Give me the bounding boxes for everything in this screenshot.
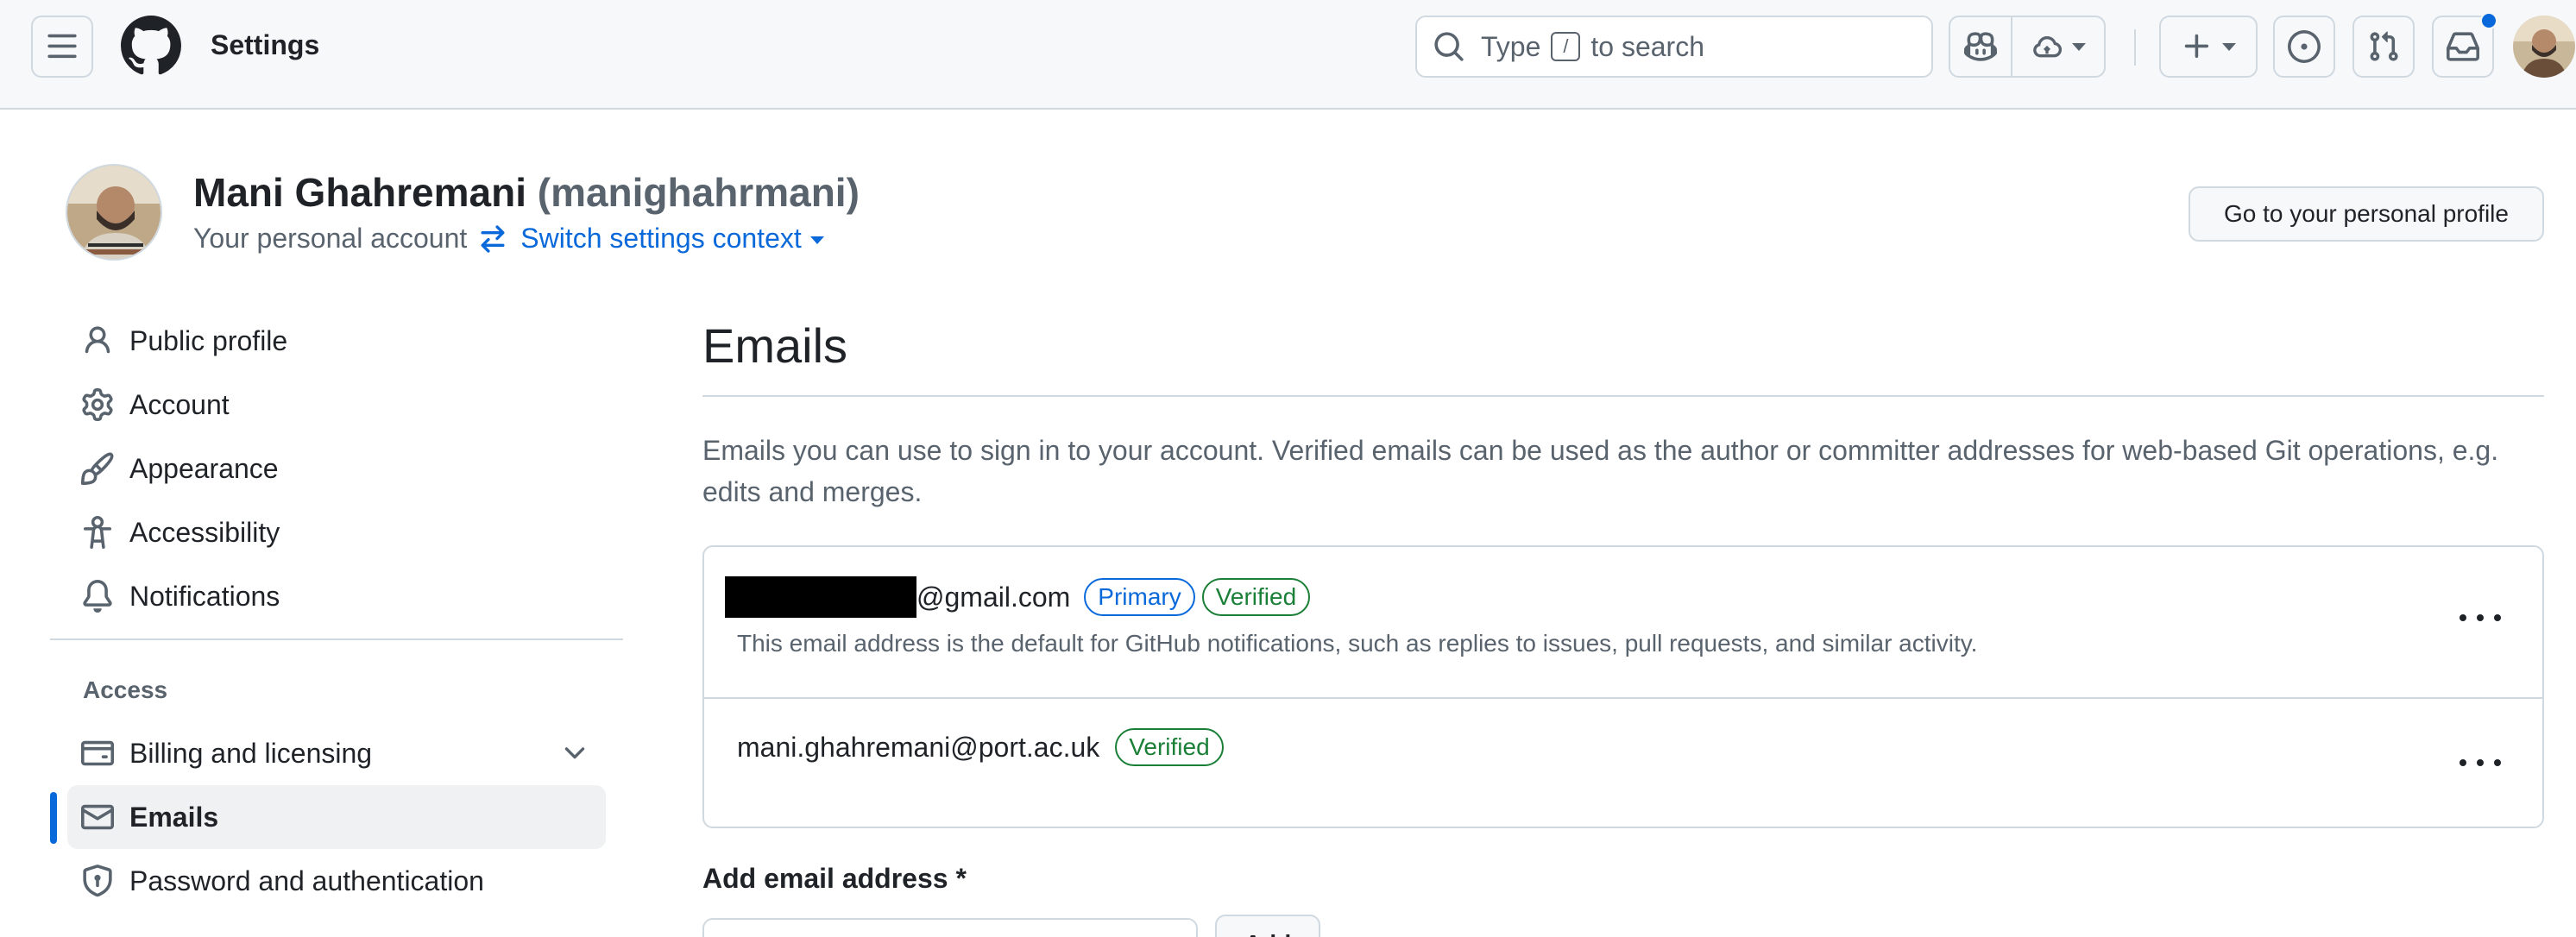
sidebar-item-label: Billing and licensing xyxy=(129,737,373,769)
account-type-label: Your personal account xyxy=(193,223,468,254)
active-item-indicator xyxy=(50,792,57,844)
github-logo-icon[interactable] xyxy=(121,16,181,76)
hamburger-menu-icon xyxy=(47,34,77,59)
email-options-button[interactable] xyxy=(2459,754,2501,771)
sidebar-item-label: Public profile xyxy=(129,324,288,356)
credit-card-icon xyxy=(81,740,114,766)
chevron-down-icon xyxy=(2222,42,2236,51)
kebab-dot-icon xyxy=(2494,759,2501,766)
sidebar-item-password-authentication[interactable]: Password and authentication xyxy=(67,849,484,913)
go-to-profile-button[interactable]: Go to your personal profile xyxy=(2189,186,2544,242)
search-suffix: to search xyxy=(1590,30,1704,62)
profile-avatar xyxy=(66,164,162,261)
sidebar-item-billing[interactable]: Billing and licensing xyxy=(67,721,606,785)
add-email-label: Add email address * xyxy=(702,863,967,894)
title-divider xyxy=(702,395,2544,397)
add-email-button[interactable]: Add xyxy=(1215,915,1320,937)
email-address: @gmail.com xyxy=(916,581,1071,613)
avatar-image xyxy=(2513,16,2575,78)
sidebar-item-appearance[interactable]: Appearance xyxy=(67,437,279,500)
cloud-icon xyxy=(2033,36,2063,58)
sidebar-item-notifications[interactable]: Notifications xyxy=(67,564,280,628)
switch-context-label: Switch settings context xyxy=(520,223,802,254)
email-options-button[interactable] xyxy=(2459,609,2501,626)
chevron-down-icon xyxy=(809,236,824,244)
sidebar-item-label: Appearance xyxy=(129,452,279,484)
email-list-item: @gmail.com Primary Verified This email a… xyxy=(704,547,2542,699)
user-avatar[interactable] xyxy=(2513,16,2575,78)
arrow-switch-icon xyxy=(481,224,505,253)
sidebar-item-label: Notifications xyxy=(129,580,280,612)
sidebar-item-accessibility[interactable]: Accessibility xyxy=(67,500,280,564)
sidebar-item-label: Emails xyxy=(129,801,219,833)
kebab-dot-icon xyxy=(2477,759,2484,766)
pull-request-icon xyxy=(2370,31,2398,61)
add-email-input[interactable] xyxy=(702,918,1198,937)
kebab-dot-icon xyxy=(2459,614,2466,621)
create-new-button[interactable] xyxy=(2159,16,2258,78)
copilot-icon xyxy=(1964,32,1997,61)
sidebar-item-emails[interactable]: Emails xyxy=(67,785,606,849)
email-address-line: mani.ghahremani@port.ac.uk Verified xyxy=(737,728,1224,766)
bell-icon xyxy=(83,580,112,613)
chevron-down-icon xyxy=(2072,42,2086,51)
app-header: Settings Type / to search xyxy=(0,0,2576,110)
copilot-button[interactable] xyxy=(1949,16,2012,78)
profile-login: (manighahrmani) xyxy=(537,170,860,215)
email-list: @gmail.com Primary Verified This email a… xyxy=(702,545,2544,828)
mail-icon xyxy=(81,804,114,830)
primary-email-note: This email address is the default for Gi… xyxy=(737,630,1978,657)
sidebar-item-label: Password and authentication xyxy=(129,865,484,896)
chevron-down-icon[interactable] xyxy=(559,738,590,769)
plus-icon xyxy=(2184,34,2209,59)
verified-badge: Verified xyxy=(1115,728,1224,766)
email-address: mani.ghahremani@port.ac.uk xyxy=(737,731,1100,763)
sidebar-item-public-profile[interactable]: Public profile xyxy=(67,309,287,373)
page-title: Emails xyxy=(702,318,848,373)
kebab-dot-icon xyxy=(2459,759,2466,766)
primary-badge: Primary xyxy=(1084,578,1195,616)
kebab-dot-icon xyxy=(2494,614,2501,621)
search-icon xyxy=(1434,32,1464,61)
profile-name: Mani Ghahremani (manighahrmani) xyxy=(193,169,860,216)
shield-lock-icon xyxy=(83,865,112,897)
sidebar-item-label: Accessibility xyxy=(129,516,280,548)
redacted-email-local-part xyxy=(725,576,916,618)
sidebar-item-label: Account xyxy=(129,388,230,420)
sidebar-divider xyxy=(50,638,623,640)
email-list-item: mani.ghahremani@port.ac.uk Verified xyxy=(704,699,2542,828)
hamburger-menu-button[interactable] xyxy=(31,16,93,78)
verified-badge: Verified xyxy=(1201,578,1311,616)
person-icon xyxy=(85,326,110,354)
avatar-image xyxy=(67,166,161,259)
page-context-title[interactable]: Settings xyxy=(211,29,319,61)
pull-requests-button[interactable] xyxy=(2352,16,2415,78)
switch-context-button[interactable]: Switch settings context xyxy=(477,223,824,255)
search-prefix: Type xyxy=(1481,30,1541,62)
accessibility-icon xyxy=(83,516,112,549)
inbox-icon xyxy=(2447,32,2479,61)
sidebar-heading-access: Access xyxy=(83,676,168,703)
cloud-menu-button[interactable] xyxy=(2011,16,2106,78)
email-address-line: @gmail.com Primary Verified xyxy=(725,576,1311,618)
kebab-dot-icon xyxy=(2477,614,2484,621)
profile-display-name: Mani Ghahremani xyxy=(193,170,526,215)
gear-icon xyxy=(82,388,113,421)
issues-button[interactable] xyxy=(2273,16,2335,78)
paintbrush-icon xyxy=(81,452,114,485)
search-shortcut-key: / xyxy=(1551,32,1581,61)
search-input[interactable]: Type / to search xyxy=(1415,16,1933,78)
issue-icon xyxy=(2288,30,2321,63)
header-divider xyxy=(2134,29,2136,66)
profile-subtitle: Your personal account Switch settings co… xyxy=(193,223,824,255)
emails-description: Emails you can use to sign in to your ac… xyxy=(702,435,2499,507)
notification-indicator xyxy=(2480,12,2497,29)
sidebar-item-account[interactable]: Account xyxy=(67,373,230,437)
